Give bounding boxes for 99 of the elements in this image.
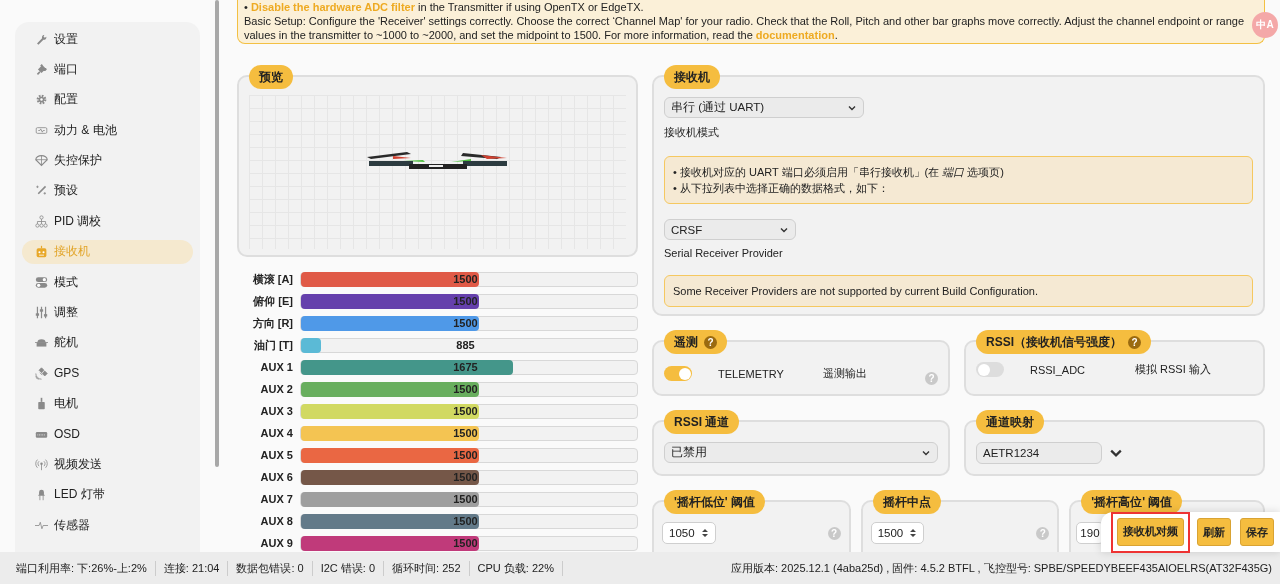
magic-wand-icon (35, 184, 48, 198)
sidebar-item[interactable]: 预设 (22, 178, 193, 203)
toggle-switch[interactable] (664, 366, 692, 381)
sidebar-item[interactable]: 视频发送 (22, 452, 193, 477)
panel-title: '摇杆高位' 阈值 (1081, 490, 1183, 514)
gear-icon (35, 93, 48, 107)
field-label: Serial Receiver Provider (664, 247, 784, 259)
channel-value: 1500 (453, 449, 478, 461)
motor-icon (35, 397, 48, 411)
number-input[interactable]: 1500 (870, 522, 925, 544)
channel-label: AUX 5 (259, 449, 293, 461)
provider-select[interactable]: CRSF (664, 219, 796, 240)
wrench-icon (35, 32, 48, 46)
plug-icon (35, 62, 48, 76)
action-button[interactable]: 保存 (1240, 518, 1274, 546)
channel-value: 885 (456, 339, 475, 351)
panel-title: 通道映射 (976, 410, 1044, 434)
channel-label: AUX 4 (259, 427, 293, 439)
channel-label: 方向 [R] (251, 315, 293, 331)
status-item: 数据包错误: 0 (228, 560, 313, 576)
action-button[interactable]: 刷新 (1197, 518, 1231, 546)
sidebar-item[interactable]: 设置 (22, 27, 193, 51)
channel-value: 1500 (453, 471, 478, 483)
sidebar-item[interactable]: 端口 (22, 57, 193, 82)
sliders-icon (35, 306, 48, 319)
feature-name: TELEMETRY (718, 367, 785, 380)
action-button[interactable]: 接收机对频 (1117, 517, 1184, 546)
sidebar-item[interactable]: 调整 (22, 300, 193, 325)
parachute-icon (35, 154, 48, 168)
channel-value: 1500 (453, 427, 478, 439)
sidebar-item[interactable]: 失控保护 (22, 148, 193, 173)
satellite-icon (35, 366, 48, 380)
panel-title: RSSI（接收机信号强度） ? (976, 330, 1151, 354)
channel-value: 1500 (453, 383, 478, 395)
status-item: CPU 负载: 22% (469, 560, 563, 576)
field-label: 接收机模式 (664, 125, 720, 140)
sidebar-item[interactable]: 配置 (22, 87, 193, 112)
number-input[interactable]: 190 (1076, 522, 1104, 544)
warning-text: Some Receiver Providers are not supported by current Build Configuration. (664, 275, 1253, 307)
channel-label: 横滚 [A] (251, 271, 293, 287)
status-item: I2C 错误: 0 (312, 560, 385, 576)
channel-label: 俯仰 [E] (252, 293, 293, 309)
sidebar-item[interactable]: 传感器 (22, 513, 193, 538)
scrollbar[interactable] (215, 0, 219, 467)
channel-label: AUX 9 (259, 537, 293, 549)
channel-value: 1500 (453, 317, 478, 329)
channel-value: 1675 (453, 361, 478, 373)
help-icon[interactable]: ? (704, 335, 717, 349)
sidebar-item[interactable]: 电机 (22, 391, 193, 416)
sidebar-item[interactable]: GPS (22, 361, 193, 386)
toggle-switches-icon (35, 275, 48, 289)
channel-value: 1500 (453, 515, 478, 527)
channel-value: 1500 (453, 493, 478, 505)
sidebar-item[interactable]: OSD (22, 422, 193, 447)
info-text: • 接收机对应的 UART 端口必须启用「串行接收机」(在 端口 选项页) (673, 165, 1006, 180)
rssi-channel-select[interactable]: 已禁用 (664, 442, 938, 463)
panel-title: RSSI 通道 (664, 410, 740, 434)
number-input[interactable]: 1050 (662, 522, 716, 544)
antenna-icon (35, 457, 48, 471)
sidebar-item[interactable]: 舵机 (22, 330, 193, 355)
panel-title: 遥测 ? (664, 330, 727, 354)
hierarchy-icon (35, 214, 48, 228)
sidebar-item[interactable]: LED 灯带 (22, 482, 193, 507)
channel-map-field[interactable]: AETR1234 (976, 442, 1102, 464)
notice-text: • Disable the hardware ADC filter in the Transmitter if using OpenTX or EdgeTX. (244, 0, 645, 14)
feature-description: 遥测输出 (823, 366, 867, 381)
status-item: 端口利用率: 下:26%-上:2% (8, 560, 156, 576)
channel-label: AUX 6 (259, 471, 293, 483)
channel-label: AUX 7 (259, 493, 293, 505)
status-item: 循环时间: 252 (384, 560, 470, 576)
channel-label: AUX 3 (259, 405, 293, 417)
pot-icon (35, 336, 48, 350)
led-icon (35, 488, 48, 502)
panel-title: 预览 (249, 65, 293, 89)
channel-label: AUX 8 (259, 515, 293, 527)
panel-title: 接收机 (664, 65, 720, 89)
status-item: 连接: 21:04 (155, 560, 229, 576)
sidebar-item[interactable]: 模式 (22, 270, 193, 295)
feature-description: 模拟 RSSI 输入 (1135, 362, 1211, 377)
info-text: • 从下拉列表中选择正确的数据格式，如下： (673, 181, 890, 196)
panel-title: '摇杆低位' 阈值 (664, 490, 766, 514)
feature-name: RSSI_ADC (1030, 363, 1087, 376)
channel-label: AUX 2 (259, 383, 293, 395)
help-icon[interactable]: ? (1128, 335, 1141, 349)
version-info: 应用版本: 2025.12.1 (4aba25d) , 固件: 4.5.2 BTFL , 飞控型号: SPBE/SPEEDYBEEF435AIOELRS(AT32F435G) (729, 560, 1272, 576)
sidebar-item[interactable]: PID 调校 (22, 209, 193, 234)
spinner-icon[interactable] (700, 527, 709, 539)
channel-value: 1500 (453, 405, 478, 417)
sidebar-item[interactable]: 动力 & 电池 (22, 118, 193, 143)
receiver-mode-select[interactable]: 串行 (通过 UART) (664, 97, 864, 118)
channel-label: AUX 1 (259, 361, 293, 373)
toggle-switch[interactable] (976, 362, 1004, 377)
channel-value: 1500 (453, 537, 478, 549)
channel-value: 1500 (453, 273, 478, 285)
panel-title: 摇杆中点 (872, 490, 941, 514)
channel-label: 油门 [T] (252, 337, 293, 353)
channel-value: 1500 (453, 295, 478, 307)
spinner-icon[interactable] (909, 527, 918, 539)
robot-icon (35, 245, 48, 259)
